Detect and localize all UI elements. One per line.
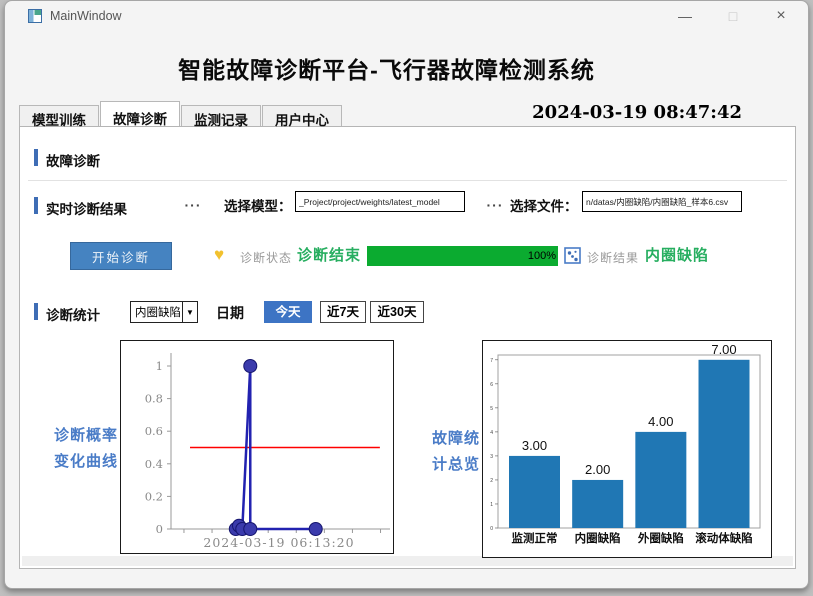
main-window: MainWindow — □ × 智能故障诊断平台-飞行器故障检测系统 模型训练…: [4, 0, 809, 589]
progress-percent: 100%: [367, 246, 558, 266]
tab-user-center[interactable]: 用户中心: [262, 105, 342, 126]
current-datetime: 2024-03-19 08:47:42: [532, 102, 742, 123]
svg-text:0: 0: [490, 526, 493, 532]
probability-line-chart: 0 0.2 0.4 0.6 0.8 1 2024-03-19 06:13:20: [120, 340, 394, 554]
tab-model-training[interactable]: 模型训练: [19, 105, 99, 126]
line-chart-caption-line1: 诊断概率: [44, 423, 128, 449]
title-bar: MainWindow — □ ×: [5, 1, 808, 31]
line-chart-canvas: 0 0.2 0.4 0.6 0.8 1 2024-03-19 06:13:20: [121, 341, 393, 553]
tab-bar: 模型训练故障诊断监测记录用户中心: [19, 101, 343, 127]
bar-chart-caption: 故障统 计总览: [428, 426, 484, 478]
heart-icon: ♥: [214, 245, 224, 265]
svg-text:1: 1: [490, 502, 493, 508]
svg-text:0.4: 0.4: [145, 457, 163, 471]
svg-text:4.00: 4.00: [648, 414, 673, 429]
start-diagnosis-button[interactable]: 开始诊断: [70, 242, 172, 270]
tab-monitor-records[interactable]: 监测记录: [181, 105, 261, 126]
svg-text:7: 7: [490, 358, 493, 364]
result-label: 诊断结果: [587, 249, 639, 266]
bar-chart-caption-line2: 计总览: [428, 452, 484, 478]
fault-type-selected: 内圈缺陷: [131, 304, 182, 320]
date-button-7days[interactable]: 近7天: [320, 301, 366, 323]
section-title: 故障诊断: [46, 150, 100, 170]
result-value: 内圈缺陷: [645, 244, 709, 265]
svg-text:滚动体缺陷: 滚动体缺陷: [695, 531, 753, 545]
fault-count-bar-chart: 0 1 2 3 4 5 6 7 3.00 监测正常 2.00 内圈缺陷 4.00 外圈缺陷 7.00 滚动体缺…: [482, 340, 772, 558]
svg-text:2: 2: [490, 478, 493, 484]
status-label: 诊断状态: [240, 249, 292, 266]
section-accent-bar: [34, 149, 38, 166]
fault-type-select[interactable]: 内圈缺陷 ▼: [130, 301, 198, 323]
svg-text:1: 1: [156, 359, 163, 373]
line-chart-caption: 诊断概率 变化曲线: [44, 423, 128, 475]
stats-title: 诊断统计: [46, 304, 100, 324]
stats-accent-bar: [34, 303, 38, 320]
date-button-30days[interactable]: 近30天: [370, 301, 424, 323]
svg-text:4: 4: [490, 430, 493, 436]
svg-text:7.00: 7.00: [711, 342, 736, 357]
svg-text:2.00: 2.00: [585, 462, 610, 477]
svg-text:3.00: 3.00: [522, 438, 547, 453]
browse-model-button[interactable]: ···: [180, 195, 206, 215]
line-chart-caption-line2: 变化曲线: [44, 449, 128, 475]
svg-text:6: 6: [490, 382, 493, 388]
svg-text:0.8: 0.8: [145, 392, 163, 406]
svg-text:0: 0: [156, 522, 163, 536]
model-path-input[interactable]: [295, 191, 465, 212]
svg-text:3: 3: [490, 454, 493, 460]
svg-text:监测正常: 监测正常: [512, 531, 558, 545]
fault-diagnosis-panel: 故障诊断 实时诊断结果 ··· 选择模型： ··· 选择文件： 开始诊断 ♥ 诊…: [19, 126, 796, 569]
close-icon[interactable]: ×: [765, 5, 797, 27]
file-label: 选择文件：: [510, 195, 578, 215]
realtime-accent-bar: [34, 197, 38, 214]
page-title: 智能故障诊断平台-飞行器故障检测系统: [5, 51, 768, 85]
browse-file-button[interactable]: ···: [482, 195, 508, 215]
svg-text:5: 5: [490, 406, 493, 412]
date-label: 日期: [216, 303, 244, 323]
date-button-today[interactable]: 今天: [264, 301, 312, 323]
svg-text:内圈缺陷: 内圈缺陷: [575, 531, 621, 545]
status-value: 诊断结束: [297, 244, 361, 265]
section-divider: [28, 180, 787, 181]
maximize-icon[interactable]: □: [717, 5, 749, 27]
tab-fault-diagnosis[interactable]: 故障诊断: [100, 101, 180, 126]
svg-text:外圈缺陷: 外圈缺陷: [637, 531, 684, 545]
result-scatter-icon: [564, 247, 581, 264]
svg-text:0.2: 0.2: [145, 489, 163, 503]
file-path-input[interactable]: [582, 191, 742, 212]
realtime-title: 实时诊断结果: [46, 198, 127, 218]
svg-text:2024-03-19 06:13:20: 2024-03-19 06:13:20: [203, 535, 354, 550]
window-title: MainWindow: [50, 9, 122, 23]
bar-chart-caption-line1: 故障统: [428, 426, 484, 452]
svg-text:0.6: 0.6: [145, 424, 163, 438]
model-label: 选择模型：: [224, 195, 292, 215]
progress-bar: 100%: [367, 246, 558, 266]
bar-chart-canvas: 0 1 2 3 4 5 6 7 3.00 监测正常 2.00 内圈缺陷 4.00 外圈缺陷 7.00 滚动体缺…: [483, 341, 771, 557]
chevron-down-icon[interactable]: ▼: [182, 302, 197, 322]
minimize-icon[interactable]: —: [669, 5, 701, 27]
app-icon: [28, 9, 42, 23]
